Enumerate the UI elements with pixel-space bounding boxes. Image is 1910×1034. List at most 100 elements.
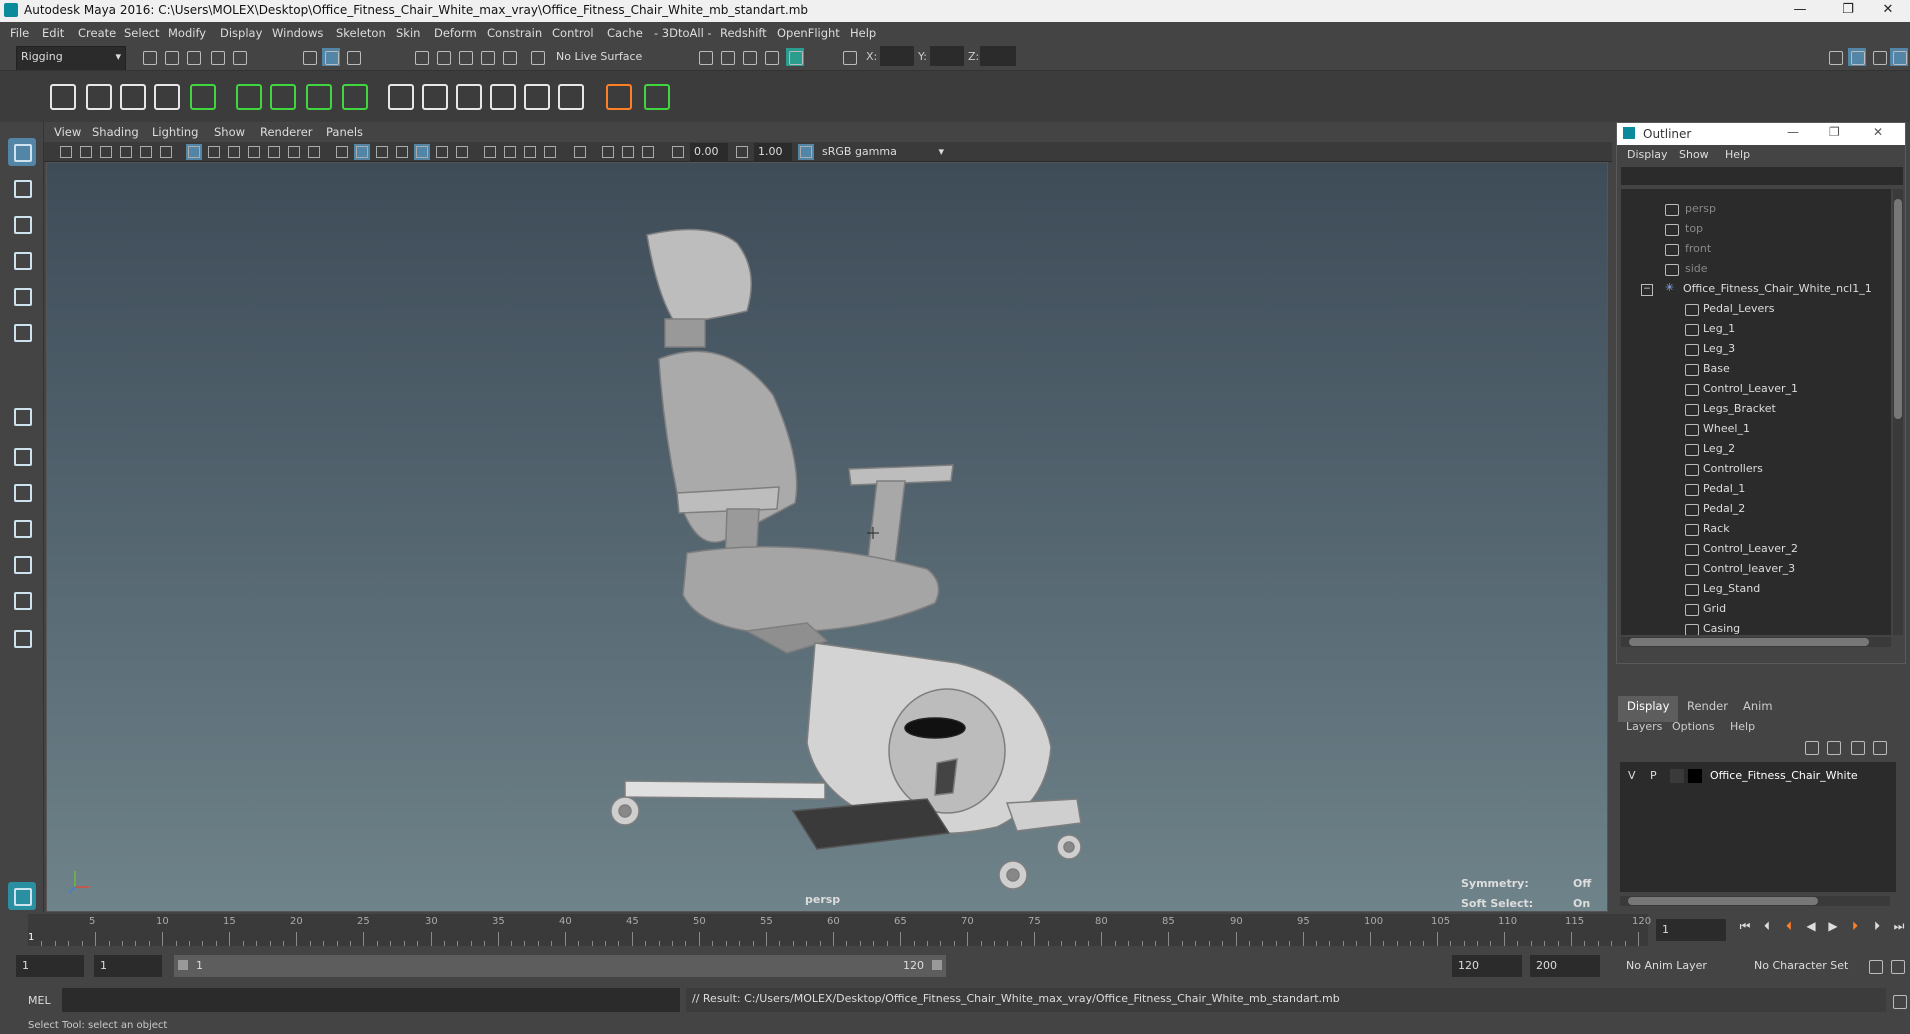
xray-icon[interactable] xyxy=(600,144,616,160)
point-constraint-icon[interactable] xyxy=(418,79,450,113)
render-current-icon[interactable] xyxy=(718,48,736,66)
outliner-close-button[interactable]: ✕ xyxy=(1873,125,1883,139)
move-tool-icon[interactable] xyxy=(8,246,36,274)
snap-point-icon[interactable] xyxy=(456,48,474,66)
outliner-minimize-button[interactable]: — xyxy=(1787,125,1799,139)
mirror-joint-icon[interactable] xyxy=(186,79,218,113)
menu-constrain[interactable]: Constrain xyxy=(487,26,542,40)
persp-graph-layout-icon[interactable] xyxy=(8,514,36,542)
gate-mask-icon[interactable] xyxy=(246,144,262,160)
time-ruler[interactable]: 1 5 10 15 20 25 30 35 40 45 50 55 60 65 70 75 80 85 90 95 1… xyxy=(28,914,1651,946)
list-item[interactable]: Control_Leaver_1 xyxy=(1621,379,1891,399)
layer-horizontal-scrollbar[interactable] xyxy=(1620,896,1890,906)
camera-attributes-icon[interactable] xyxy=(78,144,94,160)
grease-pencil-icon[interactable] xyxy=(158,144,174,160)
layout-more-icon[interactable] xyxy=(8,624,36,652)
render-settings-icon[interactable] xyxy=(762,48,780,66)
2d-pan-zoom-icon[interactable] xyxy=(138,144,154,160)
color-management-icon[interactable] xyxy=(798,144,814,160)
command-input[interactable] xyxy=(62,988,680,1012)
close-button[interactable]: ✕ xyxy=(1866,0,1910,22)
layer-color-swatch[interactable] xyxy=(1688,769,1702,783)
undo-icon[interactable] xyxy=(208,48,226,66)
move-layer-down-icon[interactable] xyxy=(1824,738,1842,756)
menu-deform[interactable]: Deform xyxy=(434,26,477,40)
script-language-toggle[interactable]: MEL xyxy=(28,994,51,1007)
color-space-dropdown[interactable]: sRGB gamma ▾ xyxy=(818,143,948,161)
x-field[interactable] xyxy=(880,46,914,66)
menu-help[interactable]: Help xyxy=(850,26,876,40)
list-item[interactable]: front xyxy=(1621,239,1891,259)
paint-select-tool-icon[interactable] xyxy=(8,210,36,238)
save-scene-icon[interactable] xyxy=(184,48,202,66)
gamma-icon[interactable] xyxy=(734,144,750,160)
tab-display[interactable]: Display xyxy=(1618,696,1679,722)
redo-icon[interactable] xyxy=(230,48,248,66)
lasso-tool-icon[interactable] xyxy=(8,174,36,202)
persp-outliner-layout-icon[interactable] xyxy=(8,478,36,506)
shadows-icon[interactable] xyxy=(454,144,470,160)
list-item[interactable]: Controllers xyxy=(1621,459,1891,479)
bookmarks-icon[interactable] xyxy=(98,144,114,160)
step-back-key-icon[interactable]: ⏴ xyxy=(1780,919,1798,935)
tab-anim[interactable]: Anim xyxy=(1734,696,1782,722)
menu-edit[interactable]: Edit xyxy=(42,26,64,40)
perspective-viewport[interactable]: persp Symmetry: Off Soft Select: On xyxy=(46,162,1608,912)
minimize-button[interactable]: — xyxy=(1778,0,1822,22)
image-plane-icon[interactable] xyxy=(118,144,134,160)
list-item[interactable]: Leg_Stand xyxy=(1621,579,1891,599)
safe-title-icon[interactable] xyxy=(306,144,322,160)
film-gate-icon[interactable] xyxy=(206,144,222,160)
new-scene-icon[interactable] xyxy=(140,48,158,66)
layer-row[interactable]: V P Office_Fitness_Chair_White xyxy=(1620,766,1890,786)
list-item[interactable]: top xyxy=(1621,219,1891,239)
new-layer-icon[interactable] xyxy=(1848,738,1866,756)
select-object-icon[interactable] xyxy=(322,48,340,66)
exposure-field[interactable]: 0.00 xyxy=(690,143,728,161)
open-scene-icon[interactable] xyxy=(162,48,180,66)
outliner-menu-show[interactable]: Show xyxy=(1679,148,1709,161)
hypershade-icon[interactable] xyxy=(786,48,804,66)
y-field[interactable] xyxy=(930,46,964,66)
resolution-gate-icon[interactable] xyxy=(226,144,242,160)
textured-icon[interactable] xyxy=(394,144,410,160)
list-item[interactable]: side xyxy=(1621,259,1891,279)
scrollbar-thumb[interactable] xyxy=(1894,199,1902,419)
auto-key-icon[interactable] xyxy=(1866,957,1884,975)
pole-vector-icon[interactable] xyxy=(554,79,586,113)
animation-end-field[interactable]: 200 xyxy=(1530,955,1600,977)
channel-box-toggle-icon[interactable] xyxy=(1890,48,1908,66)
list-item[interactable]: Pedal_2 xyxy=(1621,499,1891,519)
range-end-handle[interactable] xyxy=(932,960,942,970)
cluster-icon[interactable] xyxy=(266,79,298,113)
play-backward-icon[interactable]: ◀ xyxy=(1802,919,1820,935)
list-item[interactable]: Control_Leaver_2 xyxy=(1621,539,1891,559)
insert-joint-icon[interactable] xyxy=(82,79,114,113)
script-editor-icon[interactable] xyxy=(1890,992,1908,1010)
list-item[interactable]: Leg_2 xyxy=(1621,439,1891,459)
list-item[interactable]: Grid xyxy=(1621,599,1891,619)
list-item[interactable]: Wheel_1 xyxy=(1621,419,1891,439)
wireframe-on-shaded-icon[interactable] xyxy=(414,144,430,160)
panel-menu-view[interactable]: View xyxy=(54,125,81,139)
layer-menu-help[interactable]: Help xyxy=(1730,720,1755,733)
panel-menu-renderer[interactable]: Renderer xyxy=(260,125,313,139)
playback-start-field[interactable]: 1 xyxy=(94,955,162,977)
list-item[interactable]: Pedal_1 xyxy=(1621,479,1891,499)
outliner-restore-button[interactable]: ❐ xyxy=(1829,125,1840,139)
smooth-shade-icon[interactable] xyxy=(354,144,370,160)
menu-cache[interactable]: Cache xyxy=(607,26,643,40)
default-material-icon[interactable] xyxy=(374,144,390,160)
outliner-vertical-scrollbar[interactable] xyxy=(1893,189,1903,635)
field-chart-icon[interactable] xyxy=(266,144,282,160)
outliner-menu-help[interactable]: Help xyxy=(1725,148,1750,161)
persp-hypershade-layout-icon[interactable] xyxy=(8,550,36,578)
wrap-deformer-icon[interactable] xyxy=(302,79,334,113)
preferences-icon[interactable] xyxy=(1888,957,1906,975)
xray-active-icon[interactable] xyxy=(620,144,636,160)
add-locator-icon[interactable] xyxy=(602,79,634,113)
make-live-icon[interactable] xyxy=(528,48,546,66)
outliner-horizontal-scrollbar[interactable] xyxy=(1621,637,1891,647)
transform-field-icon[interactable] xyxy=(840,48,858,66)
outliner-filter-field[interactable] xyxy=(1621,167,1903,185)
